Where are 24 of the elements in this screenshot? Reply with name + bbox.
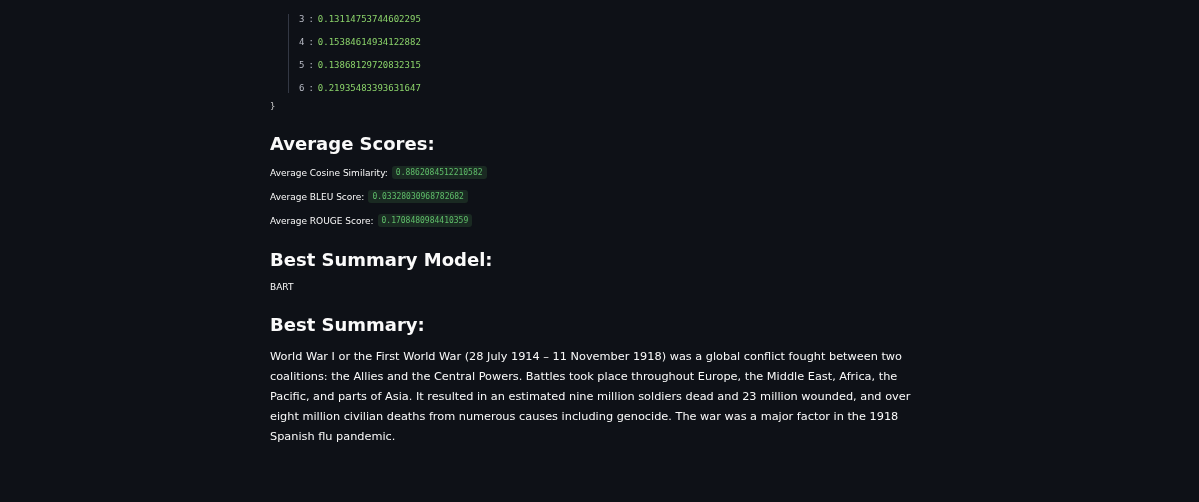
json-colon: : [308,14,314,24]
score-value: 0.03328030968782682 [368,190,468,203]
section-heading: Best Summary: [270,314,426,335]
json-colon: : [308,83,314,93]
section-heading: Best Summary Model: [270,249,494,270]
json-brace: } [270,101,276,111]
score-label: Average BLEU Score: [270,191,365,202]
score-value: 0.1708480984410359 [377,214,473,227]
json-key: 3 [299,14,305,24]
score-label: Average Cosine Similarity: [270,167,388,178]
score-value: 0.8862084512210582 [391,166,487,179]
section-heading: Average Scores: [270,133,436,154]
summary-text: World War I or the First World War (28 July 1914 – 11 November 1918) was a global conflict fought between two coalitions: the Allies and the Central Powers. Battles took place throughout Europe, the Middle East, Africa, the Pacific, and parts of Asia. It resulted in an estimated nine million soldiers dead and 23 million wounded, and over eight million civilian deaths from numerous causes including genocide. The war was a major factor in the 1918 Spanish flu pandemic. [270,349,912,445]
json-colon: : [308,37,314,47]
model-name: BART [270,282,295,292]
json-value: 0.21935483393631647 [317,83,421,93]
score-label: Average ROUGE Score: [270,215,374,226]
json-value: 0.13114753744602295 [317,14,421,24]
json-value: 0.15384614934122882 [317,37,421,47]
json-key: 5 [299,60,305,70]
json-key: 4 [299,37,305,47]
json-key: 6 [299,83,305,93]
json-colon: : [308,60,314,70]
json-value: 0.13868129720832315 [317,60,421,70]
